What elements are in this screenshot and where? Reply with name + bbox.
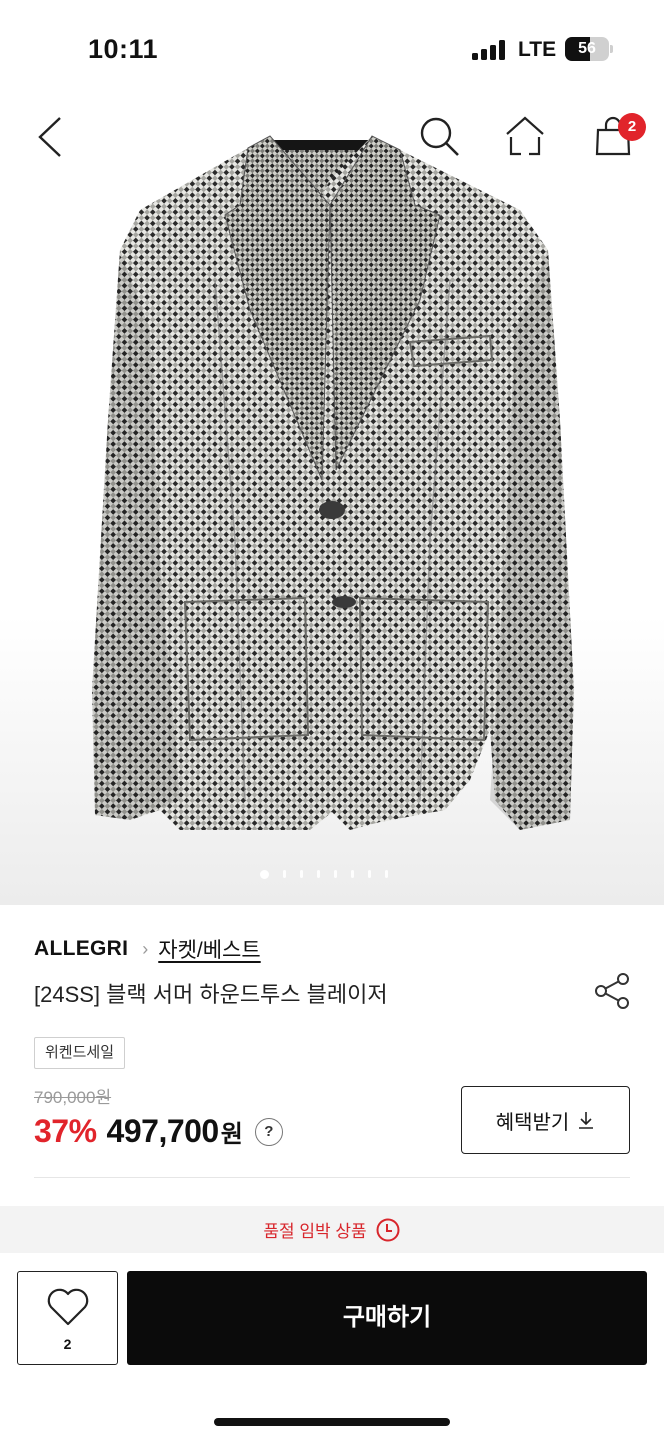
gallery-dot[interactable]	[334, 870, 337, 878]
product-detail-page: 2 10:11 LTE 56 ALLEGRI › 자켓/베스트 [24SS] 블…	[0, 0, 664, 1440]
stock-notice: 품절 임박 상품	[0, 1206, 664, 1253]
search-button[interactable]	[414, 110, 468, 164]
back-button[interactable]	[24, 110, 78, 164]
bottom-action-bar: 2 구매하기	[0, 1253, 664, 1440]
chevron-right-icon: ›	[142, 938, 149, 959]
original-price: 790,000원	[34, 1088, 112, 1107]
divider	[34, 1177, 630, 1178]
wishlist-button[interactable]: 2	[17, 1271, 118, 1365]
gallery-pagination[interactable]	[260, 868, 388, 880]
stock-notice-text: 품절 임박 상품	[263, 1222, 367, 1241]
category-link[interactable]: 자켓/베스트	[158, 934, 260, 964]
wishlist-count: 2	[63, 1336, 72, 1352]
product-title: [24SS] 블랙 서머 하운드투스 블레이저	[34, 982, 388, 1007]
status-bar: 10:11 LTE 56	[0, 0, 664, 100]
gallery-dot[interactable]	[385, 870, 388, 878]
sale-price: 497,700	[106, 1113, 220, 1149]
gallery-dot[interactable]	[283, 870, 286, 878]
discount-rate: 37%	[34, 1113, 97, 1149]
search-icon	[420, 117, 459, 156]
benefit-button-label: 혜택받기	[495, 1111, 570, 1134]
battery-cap	[610, 45, 613, 53]
download-icon	[579, 1112, 594, 1129]
breadcrumb: ALLEGRI › 자켓/베스트	[34, 934, 261, 964]
gallery-dot[interactable]	[260, 869, 269, 879]
price-row: 37% 497,700 원 ?	[34, 1113, 283, 1150]
gallery-dot[interactable]	[368, 870, 371, 878]
gallery-dot[interactable]	[317, 870, 320, 878]
home-icon	[506, 116, 544, 156]
status-time: 10:11	[88, 34, 159, 64]
battery-percent: 56	[578, 40, 596, 57]
buy-button[interactable]: 구매하기	[127, 1271, 647, 1365]
cart-count-badge: 2	[618, 113, 646, 141]
price-help-button[interactable]: ?	[254, 1117, 283, 1146]
product-image	[92, 135, 574, 830]
battery-icon: 56	[565, 37, 609, 61]
gallery-dot[interactable]	[300, 870, 303, 878]
share-icon	[595, 973, 629, 1009]
share-button[interactable]	[592, 970, 632, 1010]
home-indicator	[214, 1418, 450, 1426]
product-image-gallery[interactable]: 2	[0, 0, 664, 905]
chevron-left-icon	[38, 117, 61, 157]
gallery-dot[interactable]	[351, 870, 354, 878]
signal-icon	[472, 40, 506, 60]
home-button[interactable]	[498, 110, 552, 164]
network-label: LTE	[518, 38, 557, 61]
heart-icon	[47, 1288, 89, 1326]
sale-tag: 위켄드세일	[34, 1037, 126, 1069]
benefit-button[interactable]: 혜택받기	[461, 1086, 630, 1154]
clock-icon	[376, 1218, 400, 1241]
price-unit: 원	[220, 1121, 243, 1148]
brand-link[interactable]: ALLEGRI	[34, 937, 128, 961]
